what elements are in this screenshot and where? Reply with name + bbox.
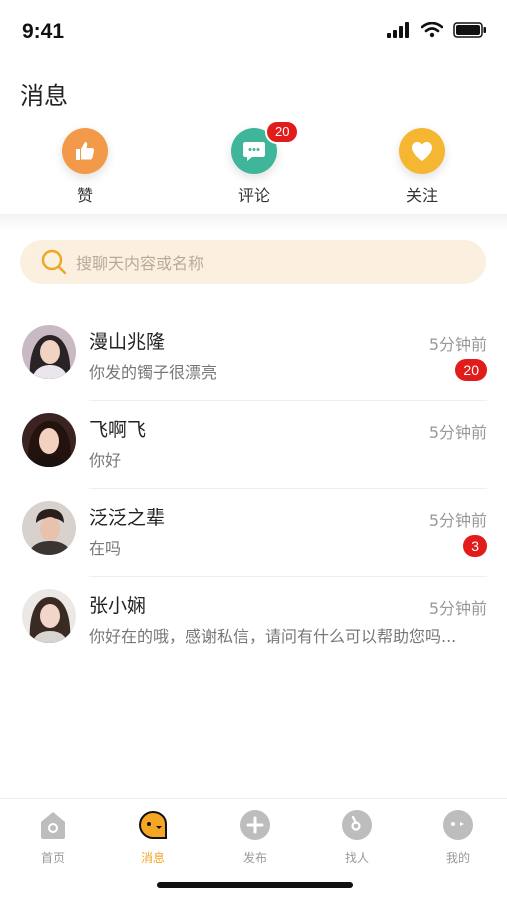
search-people-icon [342,810,372,840]
tab-label: 我的 [445,851,470,865]
chat-list: 漫山兆隆 你发的镯子很漂亮 5分钟前 20 飞啊飞 你好 5分钟前 泛泛之辈 在… [0,313,507,665]
category-follows[interactable]: 关注 [377,128,467,206]
contact-name: 飞啊飞 [89,419,147,441]
avatar [22,413,76,467]
message-time: 5分钟前 [428,423,487,442]
search-placeholder: 搜聊天内容或名称 [76,254,205,273]
heart-icon [399,128,445,174]
message-time: 5分钟前 [428,511,487,530]
chat-row[interactable]: 泛泛之辈 在吗 5分钟前 3 [0,489,507,577]
category-label: 关注 [405,186,438,205]
tab-profile[interactable]: 我的 [423,809,493,866]
profile-icon [443,810,473,840]
chat-row[interactable]: 漫山兆隆 你发的镯子很漂亮 5分钟前 20 [0,313,507,401]
unread-badge: 20 [455,359,487,381]
tab-find-people[interactable]: 找人 [322,809,392,866]
home-icon [41,812,65,839]
category-likes[interactable]: 赞 [40,128,130,206]
avatar [22,501,76,555]
tab-messages[interactable]: 消息 [118,809,188,866]
plus-icon [240,810,270,840]
category-label: 评论 [237,186,270,205]
search-icon [41,249,67,275]
tab-label: 找人 [344,851,369,865]
status-time: 9:41 [22,20,65,43]
category-row: 赞 20 评论 关注 [0,120,507,214]
status-bar: 9:41 [0,0,507,60]
search-bar[interactable]: 搜聊天内容或名称 [20,240,486,284]
category-label: 赞 [76,186,93,205]
last-message: 在吗 [89,539,122,558]
comment-count-badge: 20 [265,120,300,144]
wifi-icon [421,22,443,38]
tab-publish[interactable]: 发布 [220,809,290,866]
section-divider [0,214,507,230]
unread-badge: 3 [463,535,487,557]
chat-row[interactable]: 飞啊飞 你好 5分钟前 [0,401,507,489]
status-icons [387,22,487,38]
battery-icon [453,22,486,38]
tab-label: 发布 [242,851,267,865]
last-message: 你好在的哦，感谢私信，请问有什么可以帮助您吗... [89,627,457,646]
contact-name: 泛泛之辈 [89,507,166,529]
tab-label: 首页 [40,851,65,865]
message-time: 5分钟前 [428,335,487,354]
chat-row[interactable]: 张小娴 你好在的哦，感谢私信，请问有什么可以帮助您吗... 5分钟前 [0,577,507,665]
message-time: 5分钟前 [428,599,487,618]
signal-icon [387,22,409,38]
contact-name: 张小娴 [89,595,147,617]
tab-home[interactable]: 首页 [18,809,88,866]
message-icon [138,810,167,839]
category-comments[interactable]: 20 评论 [209,120,300,206]
avatar [22,325,76,379]
contact-name: 漫山兆隆 [89,331,166,353]
avatar [22,589,76,643]
last-message: 你发的镯子很漂亮 [89,363,218,382]
last-message: 你好 [89,451,122,470]
home-indicator[interactable] [157,882,353,888]
tab-label: 消息 [140,851,165,865]
thumbs-up-icon [62,128,108,174]
page-title: 消息 [20,82,68,110]
